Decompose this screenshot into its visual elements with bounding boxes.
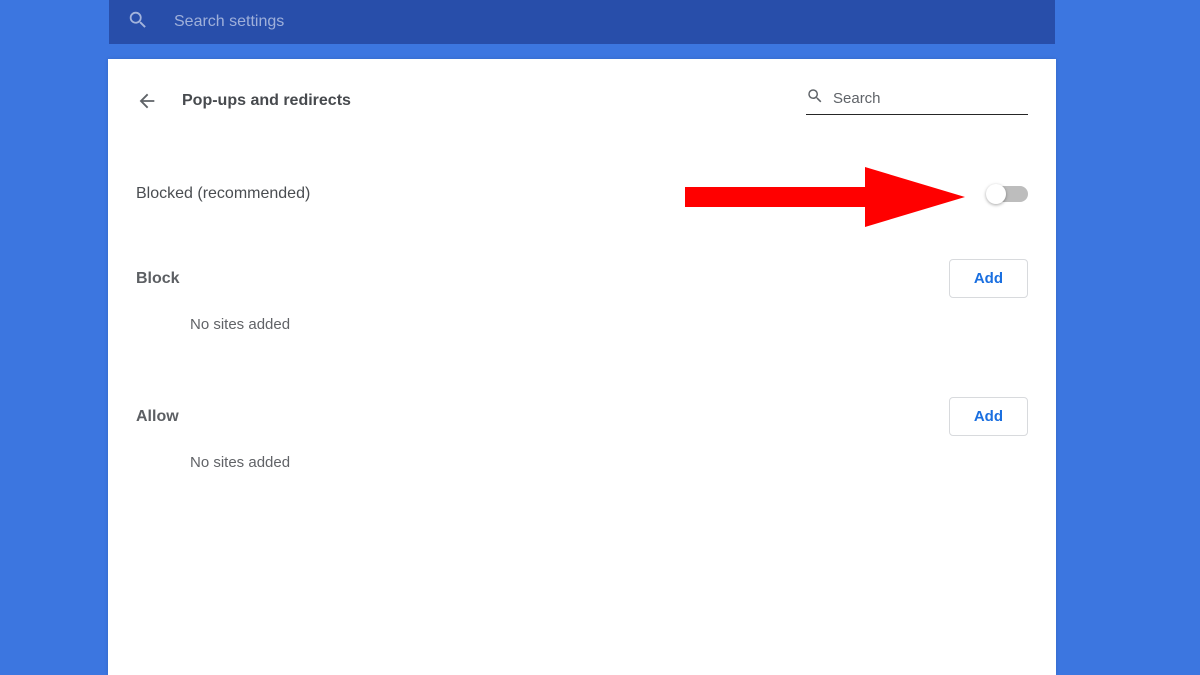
back-arrow-icon[interactable] [136,90,158,112]
block-empty-message: No sites added [108,316,1056,333]
block-section-label: Block [136,270,180,288]
search-settings-bar[interactable]: Search settings [109,0,1055,44]
allow-empty-message: No sites added [108,454,1056,471]
page-title: Pop-ups and redirects [182,92,351,110]
blocked-toggle-label: Blocked (recommended) [136,185,310,203]
search-input[interactable] [833,90,1028,107]
settings-panel: Pop-ups and redirects Blocked (recommend… [108,59,1056,675]
search-icon [806,87,824,110]
allow-section-label: Allow [136,408,179,426]
search-field[interactable] [806,87,1028,115]
search-icon [127,9,149,36]
search-settings-placeholder: Search settings [174,13,284,31]
block-add-button[interactable]: Add [949,259,1028,298]
blocked-toggle[interactable] [988,186,1028,202]
toggle-knob [986,184,1006,204]
allow-add-button[interactable]: Add [949,397,1028,436]
